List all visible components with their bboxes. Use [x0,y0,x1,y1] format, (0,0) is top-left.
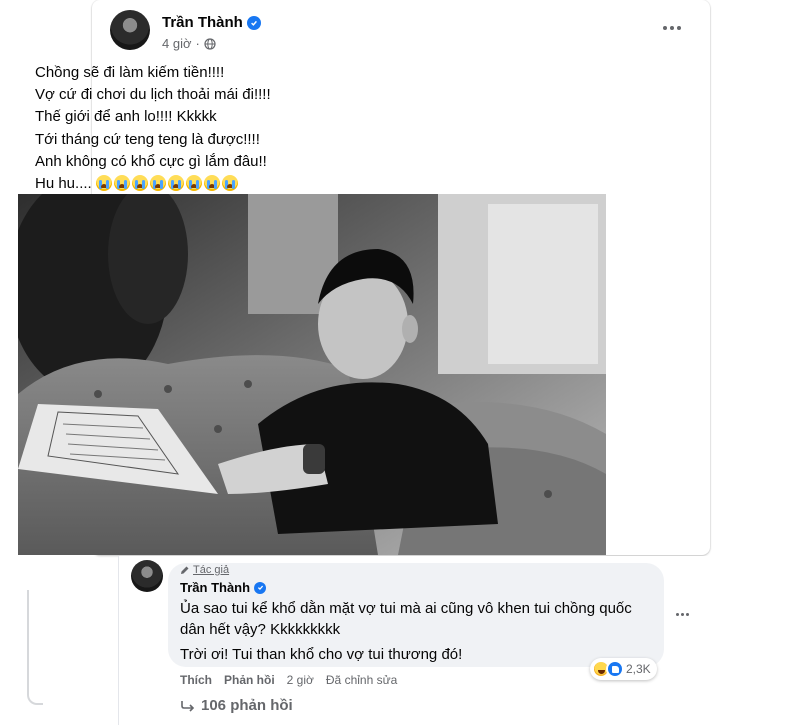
verified-badge-icon [246,15,261,30]
pen-icon [181,566,189,574]
verified-badge-icon [254,581,267,594]
post-photo[interactable] [18,194,606,555]
crying-emoji-icon [113,175,130,192]
edited-label[interactable]: Đã chỉnh sửa [326,673,397,687]
comment-avatar[interactable] [131,560,163,592]
emoji-mouth [154,184,161,189]
crying-emoji-icon [203,175,220,192]
post-text: Chồng sẽ đi làm kiếm tiền!!!! Vợ cứ đi c… [35,62,595,195]
reaction-summary[interactable]: 2,3K [590,658,657,680]
emoji-row [95,175,238,192]
avatar[interactable] [110,10,150,50]
comment-author-name[interactable]: Trần Thành [180,580,250,595]
crying-emoji-icon [185,175,202,192]
post-header: Trần Thành 4 giờ · [110,10,690,58]
more-dot-icon [680,612,684,616]
emoji-mouth [100,184,107,189]
like-comment-button[interactable]: Thích [180,673,212,687]
reply-thread-line [27,590,43,705]
more-dot-icon [670,26,674,30]
more-dot-icon [675,612,679,616]
more-dot-icon [663,26,667,30]
comment-time[interactable]: 2 giờ [287,673,314,687]
crying-emoji-icon [131,175,148,192]
comment-text: Ủa sao tui kể khổ dằn mặt vợ tui mà ai c… [180,600,632,638]
author-line: Trần Thành [162,14,261,31]
more-dot-icon [677,26,681,30]
emoji-mouth [190,184,197,189]
crying-emoji-icon [95,175,112,192]
more-dot-icon [685,612,689,616]
replies-label: 106 phản hồi [201,697,293,714]
post-line: Hu hu.... [35,175,92,193]
globe-icon [204,37,216,50]
post-line: Anh không có khổ cực gì lắm đâu!! [35,152,267,170]
emoji-mouth [118,184,125,189]
reply-arrow-icon [181,700,195,712]
reply-comment-button[interactable]: Phản hồi [224,673,275,687]
comment-actions: Thích Phản hồi 2 giờ Đã chỉnh sửa [180,673,397,687]
crying-emoji-icon [221,175,238,192]
post-line: Vợ cứ đi chơi du lịch thoải mái đi!!!! [35,86,271,104]
post-line: Thế giới để anh lo!!!! Kkkkk [35,108,217,126]
comment-more-button[interactable] [672,606,692,622]
post-time[interactable]: 4 giờ [162,36,192,51]
comment-author: Trần Thành [180,580,267,595]
view-replies-button[interactable]: 106 phản hồi [181,697,293,714]
crying-emoji-icon [149,175,166,192]
post-line-last: Hu hu.... [35,173,595,195]
like-reaction-icon [606,660,624,678]
post-meta: 4 giờ · [162,36,216,51]
comment-text-2: Trời ơi! Tui than khổ cho vợ tui thương … [180,646,463,663]
post-more-button[interactable] [658,18,686,38]
reaction-count: 2,3K [626,662,651,676]
post-line: Tới tháng cứ teng teng là được!!!! [35,130,260,148]
author-tag-label: Tác giả [193,564,230,576]
emoji-mouth [136,184,143,189]
author-name[interactable]: Trần Thành [162,14,243,31]
photo-illustration [18,194,606,555]
emoji-mouth [208,184,215,189]
post-line: Chồng sẽ đi làm kiếm tiền!!!! [35,64,225,81]
emoji-mouth [172,184,179,189]
emoji-mouth [226,184,233,189]
crying-emoji-icon [167,175,184,192]
author-tag: Tác giả [180,564,229,576]
separator-dot: · [195,36,200,51]
